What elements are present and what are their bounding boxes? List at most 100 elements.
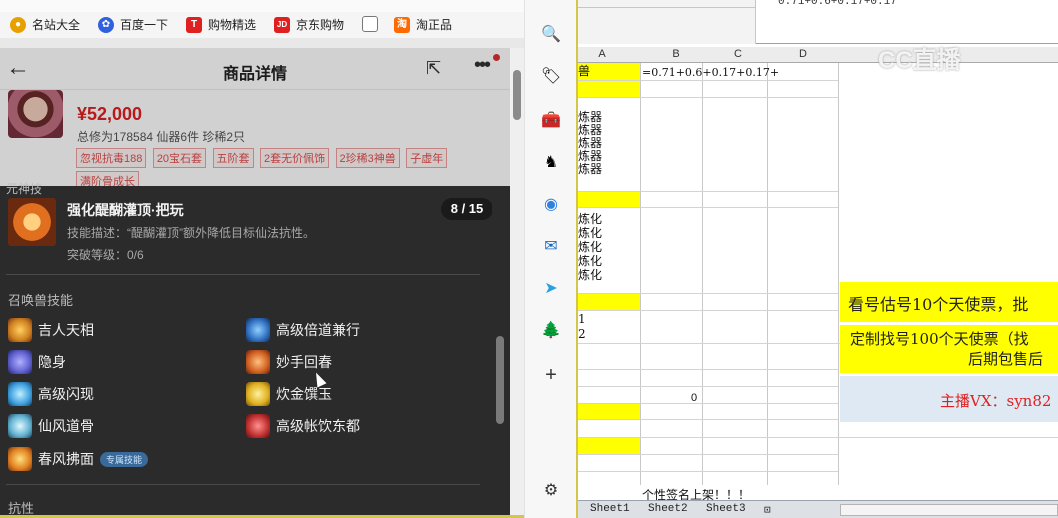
add-icon[interactable]: + (540, 364, 562, 386)
pet-skill-label: 炊金馔玉 (276, 386, 332, 402)
bookmark-item[interactable]: ● 名站大全 (10, 16, 80, 33)
speed-skill-icon (246, 318, 270, 342)
tree-icon[interactable]: 🌲 (540, 320, 562, 342)
bookmark-item[interactable] (362, 16, 384, 32)
heal-skill-icon (246, 350, 270, 374)
yellow-cell (578, 403, 640, 419)
tab-sheet2[interactable]: Sheet2 (648, 503, 688, 515)
formula-bar: 0.71+0.6+0.17+0.17 (578, 0, 1058, 44)
column-a-header[interactable]: A (592, 48, 612, 60)
cell-a-label[interactable]: 1 (578, 313, 586, 326)
cell-a-label[interactable]: 炼化 (578, 213, 602, 226)
pet-skill-label: 吉人天相 (38, 322, 94, 338)
scrollbar-thumb[interactable] (513, 70, 521, 120)
settings-icon[interactable]: ⚙ (540, 480, 562, 502)
skill-pager[interactable]: 8 / 15 (441, 198, 493, 220)
pet-skill-item[interactable]: 吉人天相 (8, 318, 94, 342)
section-title-pet-skills: 召唤兽技能 (8, 293, 74, 308)
cell-a-label[interactable]: 炼器 (578, 163, 602, 176)
notice-valuation[interactable]: 看号估号10个天使票，批 (840, 282, 1058, 322)
yellow-cell (578, 437, 640, 454)
cell-a-label[interactable]: 炼化 (578, 227, 602, 240)
bookmark-item[interactable]: T 购物精选 (186, 16, 256, 33)
notice-custom-line2: 后期包售后 (968, 350, 1044, 368)
notice-contact[interactable]: 主播VX：syn82 (840, 376, 1058, 422)
tag-icon[interactable]: 🏷 (540, 66, 562, 88)
formula-text[interactable]: 0.71+0.6+0.17+0.17 (778, 0, 897, 8)
column-c-header[interactable]: C (728, 48, 748, 60)
pet-skill-label: 高级倍道兼行 (276, 322, 360, 338)
luck-skill-icon (8, 318, 32, 342)
flash-skill-icon (8, 382, 32, 406)
taobao-icon: 淘 (394, 16, 410, 33)
bookmark-label: 京东购物 (296, 18, 345, 32)
cell-a-label[interactable]: 2 (578, 328, 586, 341)
bookmark-label: 百度一下 (120, 18, 169, 32)
feast-skill-icon (246, 414, 270, 438)
notice-custom-line1: 定制找号100个天使票（找 (850, 330, 1029, 348)
stealth-skill-icon (8, 350, 32, 374)
immortal-skill-icon (8, 414, 32, 438)
page-scrollbar[interactable] (510, 48, 524, 515)
name-box[interactable] (578, 0, 756, 44)
bookmark-item[interactable]: ✿ 百度一下 (98, 16, 168, 33)
column-header: A B C D (578, 47, 1058, 63)
yellow-cell (578, 81, 640, 97)
paw-icon: ✿ (98, 16, 114, 33)
bookmark-item[interactable]: 淘 淘正品 (394, 16, 452, 33)
skill-name: 强化醍醐灌顶·把玩 (67, 202, 184, 218)
bookmarks-bar: ● 名站大全 ✿ 百度一下 T 购物精选 JD 京东购物 淘 淘正品 (0, 12, 524, 38)
cell-a-label[interactable]: 炼化 (578, 241, 602, 254)
file-icon (362, 16, 378, 32)
new-sheet-icon[interactable]: ⊡ (764, 503, 771, 517)
column-b-header[interactable]: B (666, 48, 686, 60)
browser-window: ● 名站大全 ✿ 百度一下 T 购物精选 JD 京东购物 淘 淘正品 ← 商品详… (0, 0, 524, 518)
notice-custom-search[interactable]: 定制找号100个天使票（找 后期包售后 (840, 325, 1058, 373)
yellow-cell (578, 191, 640, 207)
spreadsheet: 0.71+0.6+0.17+0.17 A B C D 兽 =0.71+0.6+0… (578, 0, 1058, 518)
jd-icon: JD (274, 16, 290, 33)
bookmark-item[interactable]: JD 京东购物 (274, 16, 344, 33)
overlay-dim (0, 48, 510, 188)
skill-description: 技能描述：“醍醐灌顶”额外降低目标仙法抗性。 (67, 226, 315, 240)
watermark-logo: CC直播 (878, 47, 961, 74)
pet-skill-item[interactable]: 隐身 (8, 350, 66, 374)
column-d-header[interactable]: D (793, 48, 813, 60)
formula-cell[interactable]: =0.71+0.6+0.17+0.17+ (642, 66, 779, 79)
toolbox-icon[interactable]: 🧰 (540, 110, 562, 132)
browser-sidebar: 🔍 🏷 🧰 ♞ ◉ ✉ ➤ 🌲 + ⚙ (524, 0, 578, 518)
bookmark-label: 淘正品 (416, 18, 453, 32)
tab-sheet1[interactable]: Sheet1 (590, 503, 630, 515)
horizontal-scrollbar[interactable] (840, 504, 1058, 516)
cell-a-label[interactable]: 炼化 (578, 255, 602, 268)
skill-level: 突破等级：0/6 (67, 248, 144, 262)
bookmark-label: 购物精选 (208, 18, 257, 32)
cell-a-label[interactable]: 炼化 (578, 269, 602, 282)
skill-popup: 元神技 强化醍醐灌顶·把玩 8 / 15 技能描述：“醍醐灌顶”额外降低目标仙法… (0, 182, 493, 515)
sync-icon[interactable]: ◉ (540, 194, 562, 216)
tab-sheet3[interactable]: Sheet3 (706, 503, 746, 515)
outlook-icon[interactable]: ✉ (540, 236, 562, 258)
search-icon[interactable]: 🔍 (540, 24, 562, 46)
popup-scrollbar[interactable] (492, 186, 510, 515)
scrollbar-thumb[interactable] (496, 336, 504, 424)
sheet-tabs-bar: Sheet1 Sheet2 Sheet3 ⊡ (578, 500, 1058, 518)
pet-skill-item[interactable]: 仙风道骨 (8, 414, 94, 438)
chess-icon[interactable]: ♞ (540, 152, 562, 174)
cell-a-label[interactable]: 兽 (578, 65, 590, 78)
pet-skill-item[interactable]: 高级闪现 (8, 382, 94, 406)
yellow-cell (578, 293, 640, 310)
send-icon[interactable]: ➤ (540, 278, 562, 300)
pet-skill-label: 春风拂面 (38, 451, 94, 467)
pet-skill-item[interactable]: 春风拂面 专属技能 (8, 447, 149, 471)
bookmark-label: 名站大全 (32, 18, 81, 32)
skill-flame-icon (8, 198, 56, 246)
pet-skill-label: 妙手回春 (276, 354, 332, 370)
pet-skill-item[interactable]: 高级倍道兼行 (246, 318, 360, 342)
cell-zero-value[interactable]: 0 (691, 392, 697, 404)
t-icon: T (186, 16, 202, 33)
gold-skill-icon (246, 382, 270, 406)
pet-skill-item[interactable]: 高级帐饮东都 (246, 414, 360, 438)
exclusive-skill-badge: 专属技能 (100, 451, 149, 467)
pet-skill-label: 隐身 (38, 354, 66, 370)
